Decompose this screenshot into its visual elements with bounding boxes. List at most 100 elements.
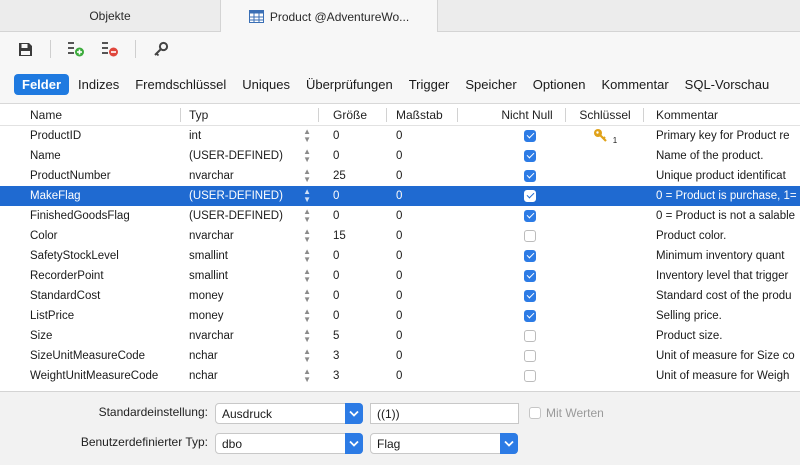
- not-null-checkbox[interactable]: [524, 170, 536, 182]
- table-row[interactable]: Color nvarchar ▲ ▼ 15 0 Product color.: [0, 226, 800, 246]
- not-null-checkbox[interactable]: [524, 190, 536, 202]
- field-type-cell[interactable]: money ▲ ▼: [181, 306, 319, 326]
- not-null-checkbox[interactable]: [524, 350, 536, 362]
- table-row[interactable]: WeightUnitMeasureCode nchar ▲ ▼ 3 0 Unit of me…: [0, 366, 800, 386]
- field-size-cell[interactable]: 0: [319, 206, 387, 226]
- field-name-cell[interactable]: StandardCost: [0, 286, 181, 306]
- add-field-button[interactable]: [65, 38, 87, 60]
- field-scale-cell[interactable]: 0: [387, 306, 458, 326]
- type-stepper-icon[interactable]: ▲ ▼: [303, 248, 319, 264]
- table-row[interactable]: FinishedGoodsFlag (USER-DEFINED) ▲ ▼ 0 0 0 = P…: [0, 206, 800, 226]
- field-size-cell[interactable]: 0: [319, 126, 387, 146]
- field-type-cell[interactable]: nchar ▲ ▼: [181, 366, 319, 386]
- type-stepper-icon[interactable]: ▲ ▼: [303, 328, 319, 344]
- field-type-cell[interactable]: nvarchar ▲ ▼: [181, 166, 319, 186]
- field-type-cell[interactable]: money ▲ ▼: [181, 286, 319, 306]
- field-scale-cell[interactable]: 0: [387, 166, 458, 186]
- field-comment-cell[interactable]: Selling price.: [644, 306, 800, 326]
- not-null-checkbox[interactable]: [524, 250, 536, 262]
- table-row[interactable]: ProductNumber nvarchar ▲ ▼ 25 0 Unique product…: [0, 166, 800, 186]
- field-type-cell[interactable]: smallint ▲ ▼: [181, 246, 319, 266]
- field-scale-cell[interactable]: 0: [387, 246, 458, 266]
- field-comment-cell[interactable]: Product size.: [644, 326, 800, 346]
- field-type-cell[interactable]: nvarchar ▲ ▼: [181, 226, 319, 246]
- tab-objekte[interactable]: Objekte: [0, 0, 220, 32]
- field-size-cell[interactable]: 0: [319, 246, 387, 266]
- field-type-cell[interactable]: (USER-DEFINED) ▲ ▼: [181, 146, 319, 166]
- field-name-cell[interactable]: ListPrice: [0, 306, 181, 326]
- save-button[interactable]: [14, 38, 36, 60]
- not-null-checkbox[interactable]: [524, 310, 536, 322]
- field-comment-cell[interactable]: Name of the product.: [644, 146, 800, 166]
- field-size-cell[interactable]: 0: [319, 306, 387, 326]
- type-stepper-icon[interactable]: ▲ ▼: [303, 228, 319, 244]
- with-values-checkbox[interactable]: [529, 407, 541, 419]
- table-row[interactable]: StandardCost money ▲ ▼ 0 0 Standard cost of th…: [0, 286, 800, 306]
- field-comment-cell[interactable]: Product color.: [644, 226, 800, 246]
- tab-indizes[interactable]: Indizes: [71, 74, 126, 95]
- field-type-cell[interactable]: int ▲ ▼: [181, 126, 319, 146]
- tab-optionen[interactable]: Optionen: [526, 74, 593, 95]
- table-row[interactable]: ListPrice money ▲ ▼ 0 0 Selling price.: [0, 306, 800, 326]
- table-row[interactable]: SizeUnitMeasureCode nchar ▲ ▼ 3 0 Unit of meas…: [0, 346, 800, 366]
- type-stepper-icon[interactable]: ▲ ▼: [303, 128, 319, 144]
- field-comment-cell[interactable]: 0 = Product is not a salable: [644, 206, 800, 226]
- tab-trigger[interactable]: Trigger: [402, 74, 457, 95]
- field-name-cell[interactable]: WeightUnitMeasureCode: [0, 366, 181, 386]
- table-row[interactable]: ProductID int ▲ ▼ 0 0 1 Primary key for Product…: [0, 126, 800, 146]
- field-scale-cell[interactable]: 0: [387, 266, 458, 286]
- column-header-name[interactable]: Name: [0, 104, 181, 126]
- table-row[interactable]: SafetyStockLevel smallint ▲ ▼ 0 0 Minimum inve…: [0, 246, 800, 266]
- field-scale-cell[interactable]: 0: [387, 186, 458, 206]
- type-stepper-icon[interactable]: ▲ ▼: [303, 308, 319, 324]
- primary-key-button[interactable]: [150, 38, 172, 60]
- type-stepper-icon[interactable]: ▲ ▼: [303, 148, 319, 164]
- tab-product-table[interactable]: Product @AdventureWo...: [220, 0, 438, 33]
- field-name-cell[interactable]: ProductNumber: [0, 166, 181, 186]
- field-name-cell[interactable]: Color: [0, 226, 181, 246]
- not-null-checkbox[interactable]: [524, 130, 536, 142]
- default-type-select[interactable]: Ausdruck: [215, 403, 363, 424]
- not-null-checkbox[interactable]: [524, 230, 536, 242]
- table-row[interactable]: MakeFlag (USER-DEFINED) ▲ ▼ 0 0 0 = Product is…: [0, 186, 800, 206]
- delete-field-button[interactable]: [99, 38, 121, 60]
- field-name-cell[interactable]: MakeFlag: [0, 186, 181, 206]
- field-size-cell[interactable]: 0: [319, 146, 387, 166]
- field-name-cell[interactable]: Name: [0, 146, 181, 166]
- not-null-checkbox[interactable]: [524, 210, 536, 222]
- field-name-cell[interactable]: RecorderPoint: [0, 266, 181, 286]
- field-size-cell[interactable]: 0: [319, 186, 387, 206]
- column-header-comment[interactable]: Kommentar: [644, 104, 800, 126]
- field-comment-cell[interactable]: Inventory level that trigger: [644, 266, 800, 286]
- field-comment-cell[interactable]: Standard cost of the produ: [644, 286, 800, 306]
- field-size-cell[interactable]: 5: [319, 326, 387, 346]
- field-type-cell[interactable]: smallint ▲ ▼: [181, 266, 319, 286]
- tab-kommentar[interactable]: Kommentar: [594, 74, 675, 95]
- field-comment-cell[interactable]: Minimum inventory quant: [644, 246, 800, 266]
- with-values-option[interactable]: Mit Werten: [529, 406, 604, 420]
- field-comment-cell[interactable]: Primary key for Product re: [644, 126, 800, 146]
- field-comment-cell[interactable]: 0 = Product is purchase, 1=: [644, 186, 800, 206]
- field-scale-cell[interactable]: 0: [387, 286, 458, 306]
- column-header-key[interactable]: Schlüssel: [566, 104, 644, 126]
- table-row[interactable]: Size nvarchar ▲ ▼ 5 0 Product size.: [0, 326, 800, 346]
- field-scale-cell[interactable]: 0: [387, 346, 458, 366]
- field-type-cell[interactable]: nchar ▲ ▼: [181, 346, 319, 366]
- field-name-cell[interactable]: FinishedGoodsFlag: [0, 206, 181, 226]
- table-row[interactable]: Name (USER-DEFINED) ▲ ▼ 0 0 Name of the produc…: [0, 146, 800, 166]
- field-scale-cell[interactable]: 0: [387, 146, 458, 166]
- tab-speicher[interactable]: Speicher: [458, 74, 523, 95]
- type-stepper-icon[interactable]: ▲ ▼: [303, 208, 319, 224]
- field-size-cell[interactable]: 25: [319, 166, 387, 186]
- field-comment-cell[interactable]: Unit of measure for Size co: [644, 346, 800, 366]
- not-null-checkbox[interactable]: [524, 150, 536, 162]
- field-size-cell[interactable]: 3: [319, 366, 387, 386]
- not-null-checkbox[interactable]: [524, 330, 536, 342]
- type-stepper-icon[interactable]: ▲ ▼: [303, 288, 319, 304]
- field-scale-cell[interactable]: 0: [387, 366, 458, 386]
- not-null-checkbox[interactable]: [524, 370, 536, 382]
- column-header-scale[interactable]: Maßstab: [387, 104, 458, 126]
- field-scale-cell[interactable]: 0: [387, 126, 458, 146]
- not-null-checkbox[interactable]: [524, 290, 536, 302]
- field-size-cell[interactable]: 0: [319, 286, 387, 306]
